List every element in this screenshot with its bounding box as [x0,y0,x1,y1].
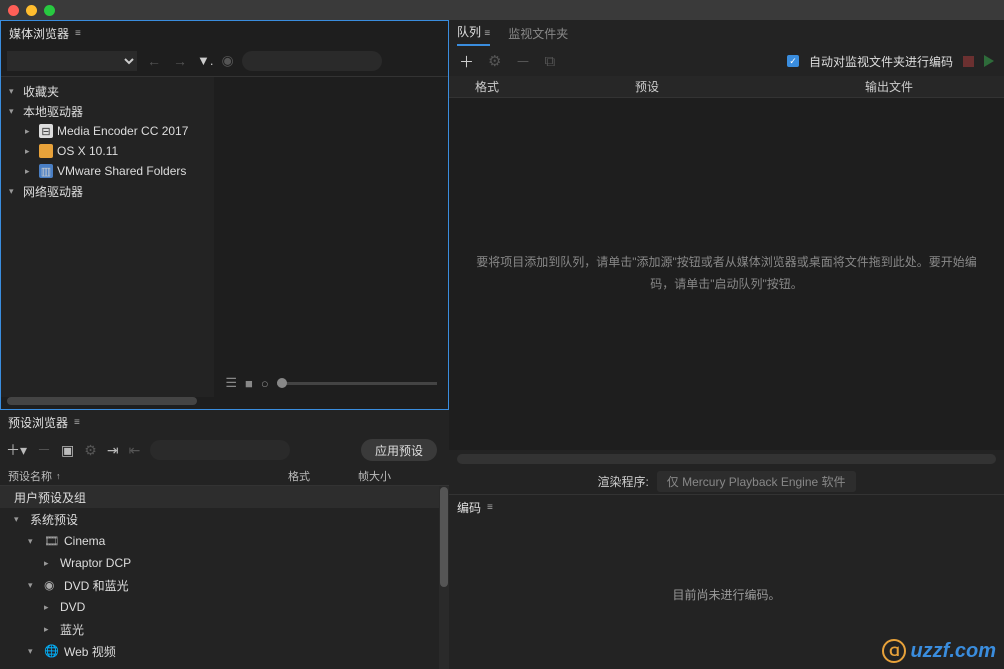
queue-panel: ＋ ⚙ － ⧉ ✓ 自动对监视文件夹进行编码 格式 预设 输出文件 要将项目添加… [449,46,1004,494]
remove-preset-icon[interactable]: － [37,440,51,460]
preset-list: 用户预设及组 ▾系统预设 ▾🎞Cinema ▸Wraptor DCP ▾◉DVD… [0,486,439,669]
queue-settings-icon[interactable]: ⚙ [488,52,501,70]
col-preset-name[interactable]: 预设名称 [8,468,52,484]
col-frame-size[interactable]: 帧大小 [358,468,441,484]
globe-icon: 🌐 [44,644,58,658]
panel-menu-icon[interactable]: ≡ [74,417,80,428]
auto-encode-label: 自动对监视文件夹进行编码 [809,53,953,70]
preset-browser-title: 预设浏览器 [8,414,68,431]
horizontal-scrollbar[interactable] [7,397,197,405]
queue-scrollbar[interactable] [457,454,996,464]
preset-search-input[interactable] [150,440,290,460]
list-view-icon[interactable]: ☰ [225,375,237,391]
zoom-out-icon[interactable]: ○ [261,376,269,391]
preset-category-row[interactable]: ▾🌐Web 视频 [0,640,439,662]
sort-asc-icon: ↑ [56,471,61,481]
preset-category-row[interactable]: ▾◉DVD 和蓝光 [0,574,439,596]
renderer-value[interactable]: 仅 Mercury Playback Engine 软件 [657,471,856,492]
thumb-view-icon[interactable]: ■ [245,376,253,391]
tab-queue[interactable]: 队列 ≡ [457,23,490,46]
folder-icon: ▥ [39,164,53,178]
zoom-slider[interactable] [277,382,437,385]
watermark-icon: Ɑ [882,639,906,663]
media-browser-panel: 媒体浏览器 ≡ ← → ▼. ◉ ▾收藏夹 ▾本地驱动器 ▸⊟Media Enc… [0,20,449,410]
encode-title: 编码 [457,499,481,516]
preset-scrollbar[interactable] [439,486,449,669]
remove-icon[interactable]: － [515,51,530,72]
tree-local-drives[interactable]: ▾本地驱动器 [1,101,214,121]
encode-idle-text: 目前尚未进行编码。 [672,586,780,603]
maximize-window-button[interactable] [44,5,55,16]
col-output-file[interactable]: 输出文件 [865,78,978,95]
preset-item-row[interactable]: ▸蓝光 [0,618,439,640]
tree-drive-item[interactable]: ▸⊟Media Encoder CC 2017 [1,121,214,141]
preset-browser-header: 预设浏览器 ≡ [0,410,449,434]
media-source-dropdown[interactable] [7,51,137,71]
encode-header: 编码 ≡ [449,495,1004,519]
preset-toolbar: ＋▾ － ▣ ⚙ ⇥ ⇤ 应用预设 [0,434,449,466]
auto-encode-checkbox[interactable]: ✓ [787,55,799,67]
media-tree: ▾收藏夹 ▾本地驱动器 ▸⊟Media Encoder CC 2017 ▸OS … [1,77,214,397]
add-preset-icon[interactable]: ＋▾ [6,440,27,460]
tree-network-drives[interactable]: ▾网络驱动器 [1,181,214,201]
preset-section-row[interactable]: ▾系统预设 [0,508,439,530]
renderer-row: 渲染程序: 仅 Mercury Playback Engine 软件 [449,468,1004,494]
tab-menu-icon[interactable]: ≡ [484,28,490,39]
watermark: Ɑ uzzf.com [882,639,996,663]
filter-icon[interactable]: ▼. [197,53,213,68]
start-queue-button[interactable] [984,55,994,67]
panel-menu-icon[interactable]: ≡ [75,28,81,39]
col-format[interactable]: 格式 [288,468,358,484]
film-icon: 🎞 [44,534,58,548]
minimize-window-button[interactable] [26,5,37,16]
media-browser-header: 媒体浏览器 ≡ [1,21,448,45]
media-browser-toolbar: ← → ▼. ◉ [1,45,448,77]
import-icon[interactable]: ⇥ [107,442,119,459]
preview-icon[interactable]: ◉ [221,52,233,69]
col-preset[interactable]: 预设 [635,78,865,95]
preset-columns-header: 预设名称 ↑ 格式 帧大小 [0,466,449,486]
preset-browser-panel: 预设浏览器 ≡ ＋▾ － ▣ ⚙ ⇥ ⇤ 应用预设 预设名称 ↑ 格式 帧大小 用… [0,410,449,669]
drive-icon: ⊟ [39,124,53,138]
nav-back-icon[interactable]: ← [145,53,163,69]
nav-forward-icon[interactable]: → [171,53,189,69]
preset-item-row[interactable]: ▸Wraptor DCP [0,552,439,574]
preset-item-row[interactable]: ▸DVD [0,596,439,618]
renderer-label: 渲染程序: [597,473,648,490]
drive-icon [39,144,53,158]
settings-icon[interactable]: ⚙ [84,442,97,459]
queue-drop-area[interactable]: 要将项目添加到队列，请单击"添加源"按钮或者从媒体浏览器或桌面将文件拖到此处。要… [449,98,1004,450]
preset-group-row[interactable]: 用户预设及组 [0,486,439,508]
preset-category-row[interactable]: ▾🎞Cinema [0,530,439,552]
media-browser-title: 媒体浏览器 [9,25,69,42]
window-titlebar [0,0,1004,20]
duplicate-icon[interactable]: ⧉ [544,53,555,70]
media-preview-pane: ☰ ■ ○ [214,77,448,397]
apply-preset-button[interactable]: 应用预设 [361,439,437,461]
stop-queue-button[interactable] [963,56,974,67]
tab-watch-folders[interactable]: 监视文件夹 [508,25,568,46]
close-window-button[interactable] [8,5,19,16]
media-search-input[interactable] [242,51,382,71]
tree-favorites[interactable]: ▾收藏夹 [1,81,214,101]
queue-columns-header: 格式 预设 输出文件 [449,76,1004,98]
panel-menu-icon[interactable]: ≡ [487,502,493,513]
disc-icon: ◉ [44,578,58,592]
queue-empty-text: 要将项目添加到队列，请单击"添加源"按钮或者从媒体浏览器或桌面将文件拖到此处。要… [469,252,984,295]
tree-drive-item[interactable]: ▸OS X 10.11 [1,141,214,161]
add-source-icon[interactable]: ＋ [459,51,474,72]
right-tabs: 队列 ≡ 监视文件夹 [449,20,1004,46]
tree-drive-item[interactable]: ▸▥VMware Shared Folders [1,161,214,181]
export-icon[interactable]: ⇤ [129,442,141,459]
col-format[interactable]: 格式 [475,78,635,95]
queue-toolbar: ＋ ⚙ － ⧉ ✓ 自动对监视文件夹进行编码 [449,46,1004,76]
new-group-icon[interactable]: ▣ [61,442,74,459]
